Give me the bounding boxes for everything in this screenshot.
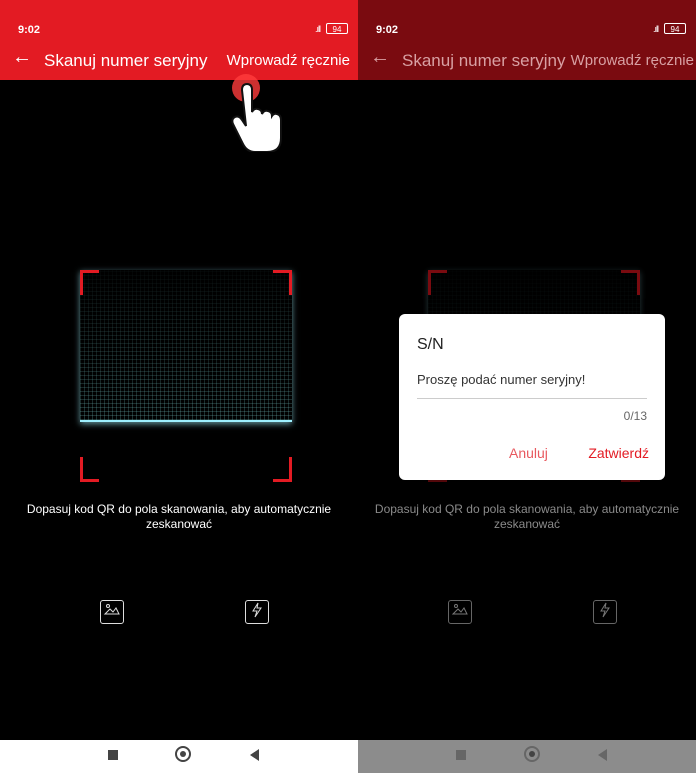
left-phone-screen: 9:02 .ıll 94 ← Skanuj numer seryjny Wpro… xyxy=(0,0,358,773)
recent-apps-icon[interactable] xyxy=(456,750,466,760)
app-bar: ← Skanuj numer seryjny Wprowadź ręcznie xyxy=(358,44,696,80)
home-icon[interactable] xyxy=(524,746,540,762)
frame-corner-top-left xyxy=(80,270,99,295)
gallery-icon[interactable] xyxy=(448,600,472,624)
scan-grid xyxy=(80,270,292,422)
enter-manually-button[interactable]: Wprowadź ręcznie xyxy=(227,52,350,69)
status-time: 9:02 xyxy=(376,24,399,36)
back-arrow-icon[interactable]: ← xyxy=(370,46,390,69)
battery-icon: 94 xyxy=(664,23,686,34)
serial-number-input[interactable]: Proszę podać numer seryjny! xyxy=(417,372,647,399)
flashlight-icon[interactable] xyxy=(593,600,617,624)
back-arrow-icon[interactable]: ← xyxy=(12,46,32,69)
nav-back-icon[interactable] xyxy=(250,749,259,761)
status-time: 9:02 xyxy=(18,24,41,36)
recent-apps-icon[interactable] xyxy=(108,750,118,760)
frame-corner-top-left xyxy=(428,270,447,295)
enter-manually-button[interactable]: Wprowadź ręcznie xyxy=(571,52,694,69)
cancel-button[interactable]: Anuluj xyxy=(509,445,548,461)
status-bar: 9:02 .ıll 94 xyxy=(0,0,358,44)
pointing-hand-icon xyxy=(231,82,282,152)
app-bar: ← Skanuj numer seryjny Wprowadź ręcznie xyxy=(0,44,358,80)
serial-number-dialog: S/N Proszę podać numer seryjny! 0/13 Anu… xyxy=(399,314,665,480)
nav-back-icon[interactable] xyxy=(598,749,607,761)
system-nav-bar xyxy=(0,740,358,773)
page-title: Skanuj numer seryjny xyxy=(402,51,566,70)
dialog-title: S/N xyxy=(417,336,444,353)
signal-icon: .ıll xyxy=(315,24,321,34)
scan-frame xyxy=(80,270,292,482)
frame-corner-bottom-right xyxy=(273,457,292,482)
system-nav-bar xyxy=(358,740,696,773)
frame-corner-top-right xyxy=(273,270,292,295)
gallery-icon[interactable] xyxy=(100,600,124,624)
confirm-button[interactable]: Zatwierdź xyxy=(588,445,649,461)
frame-corner-top-right xyxy=(621,270,640,295)
frame-corner-bottom-left xyxy=(80,457,99,482)
scan-hint: Dopasuj kod QR do pola skanowania, aby a… xyxy=(26,502,332,531)
battery-icon: 94 xyxy=(326,23,348,34)
home-icon[interactable] xyxy=(175,746,191,762)
scan-hint: Dopasuj kod QR do pola skanowania, aby a… xyxy=(374,502,680,531)
page-title: Skanuj numer seryjny xyxy=(44,51,208,70)
character-counter: 0/13 xyxy=(623,409,647,423)
flashlight-icon[interactable] xyxy=(245,600,269,624)
status-bar: 9:02 .ıll 94 xyxy=(358,0,696,44)
signal-icon: .ıll xyxy=(653,24,659,34)
